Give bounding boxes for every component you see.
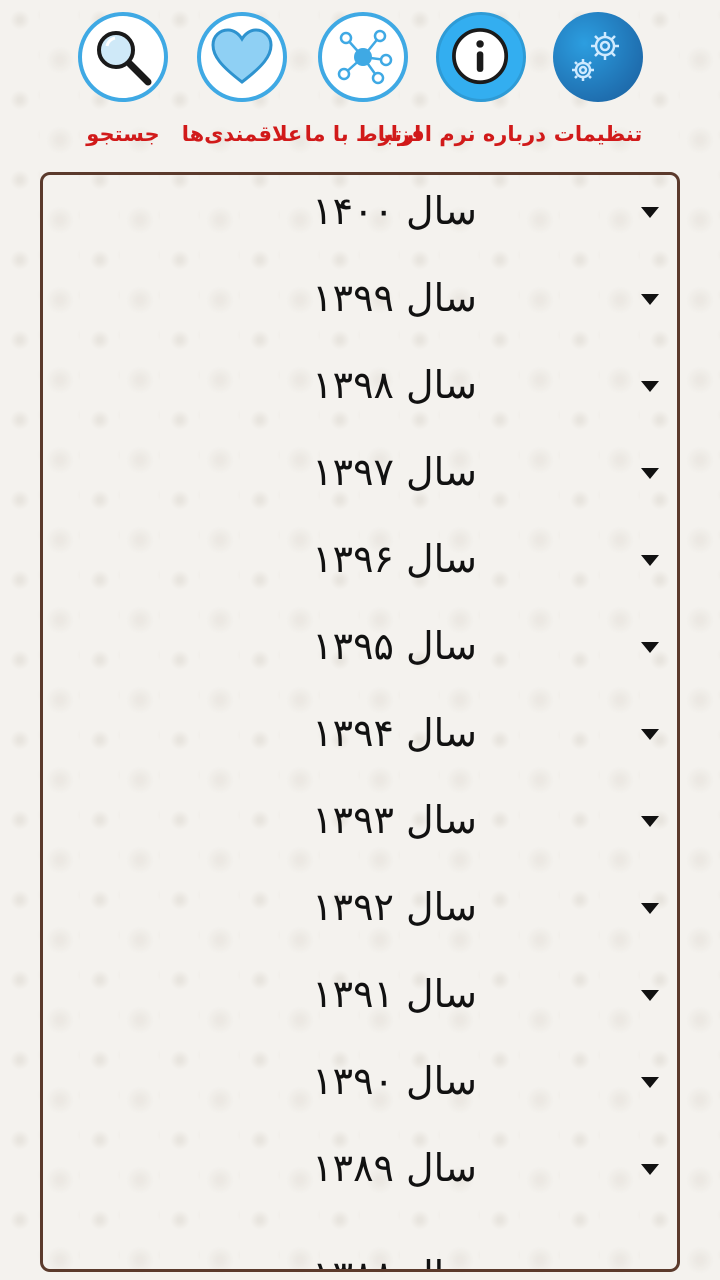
caret-down-icon	[641, 468, 659, 479]
year-item-1394[interactable]: سال ۱۳۹۴	[43, 697, 677, 784]
favorites-button[interactable]: علاقمندی‌ها	[177, 12, 307, 146]
year-label: سال ۱۳۹۳	[312, 798, 477, 842]
caret-down-icon	[641, 207, 659, 218]
caret-down-icon	[641, 294, 659, 305]
caret-down-icon	[641, 642, 659, 653]
year-item-1391[interactable]: سال ۱۳۹۱	[43, 958, 677, 1045]
year-item-1388[interactable]: سال ۱۳۸۸	[43, 1243, 677, 1269]
year-label: سال ۱۳۹۰	[312, 1059, 477, 1103]
year-label: سال ۱۳۹۶	[312, 537, 477, 581]
year-label: سال ۱۳۹۵	[312, 624, 477, 668]
year-label: سال ۱۳۹۱	[312, 972, 477, 1016]
year-item-1399[interactable]: سال ۱۳۹۹	[43, 262, 677, 349]
caret-down-icon	[641, 816, 659, 827]
contact-us-button[interactable]: ارتباط با ما	[298, 12, 428, 146]
about-app-label: درباره نرم افزار	[378, 122, 546, 146]
year-label: سال ۱۳۹۸	[312, 363, 477, 407]
year-item-1395[interactable]: سال ۱۳۹۵	[43, 610, 677, 697]
year-label: سال ۱۳۹۹	[312, 276, 477, 320]
caret-down-icon	[641, 1164, 659, 1175]
year-item-1392[interactable]: سال ۱۳۹۲	[43, 871, 677, 958]
year-label: سال ۱۳۹۲	[312, 885, 477, 929]
year-item-1397[interactable]: سال ۱۳۹۷	[43, 436, 677, 523]
info-icon	[436, 12, 526, 102]
years-list: سال ۱۴۰۰ سال ۱۳۹۹ سال ۱۳۹۸ سال ۱۳۹۷ سال …	[40, 172, 680, 1272]
year-label: سال ۱۳۹۷	[312, 450, 477, 494]
settings-label: تنظیمات	[553, 122, 643, 146]
year-label: سال ۱۳۹۴	[312, 711, 477, 755]
settings-button[interactable]: تنظیمات	[533, 12, 663, 146]
year-label: سال ۱۳۸۸	[312, 1253, 477, 1269]
search-icon	[78, 12, 168, 102]
year-label: سال ۱۳۸۹	[312, 1146, 477, 1190]
year-label: سال ۱۴۰۰	[312, 189, 477, 233]
settings-gears-icon	[553, 12, 643, 102]
year-item-1389[interactable]: سال ۱۳۸۹	[43, 1132, 677, 1219]
top-toolbar: تنظیمات درباره نرم افزار ارتباط با ما عل…	[0, 0, 720, 170]
caret-down-icon	[641, 990, 659, 1001]
caret-down-icon	[641, 903, 659, 914]
search-button[interactable]: جستجو	[58, 12, 188, 146]
caret-down-icon	[641, 729, 659, 740]
network-share-icon	[318, 12, 408, 102]
year-item-1393[interactable]: سال ۱۳۹۳	[43, 784, 677, 871]
caret-down-icon	[641, 555, 659, 566]
search-label: جستجو	[86, 122, 160, 146]
contact-us-label: ارتباط با ما	[304, 122, 422, 146]
caret-down-icon	[641, 381, 659, 392]
caret-down-icon	[641, 1077, 659, 1088]
heart-icon	[197, 12, 287, 102]
about-app-button[interactable]: درباره نرم افزار	[378, 12, 546, 146]
year-item-1398[interactable]: سال ۱۳۹۸	[43, 349, 677, 436]
year-item-1400[interactable]: سال ۱۴۰۰	[43, 175, 677, 262]
year-item-1396[interactable]: سال ۱۳۹۶	[43, 523, 677, 610]
year-item-1390[interactable]: سال ۱۳۹۰	[43, 1045, 677, 1132]
favorites-label: علاقمندی‌ها	[181, 122, 303, 146]
